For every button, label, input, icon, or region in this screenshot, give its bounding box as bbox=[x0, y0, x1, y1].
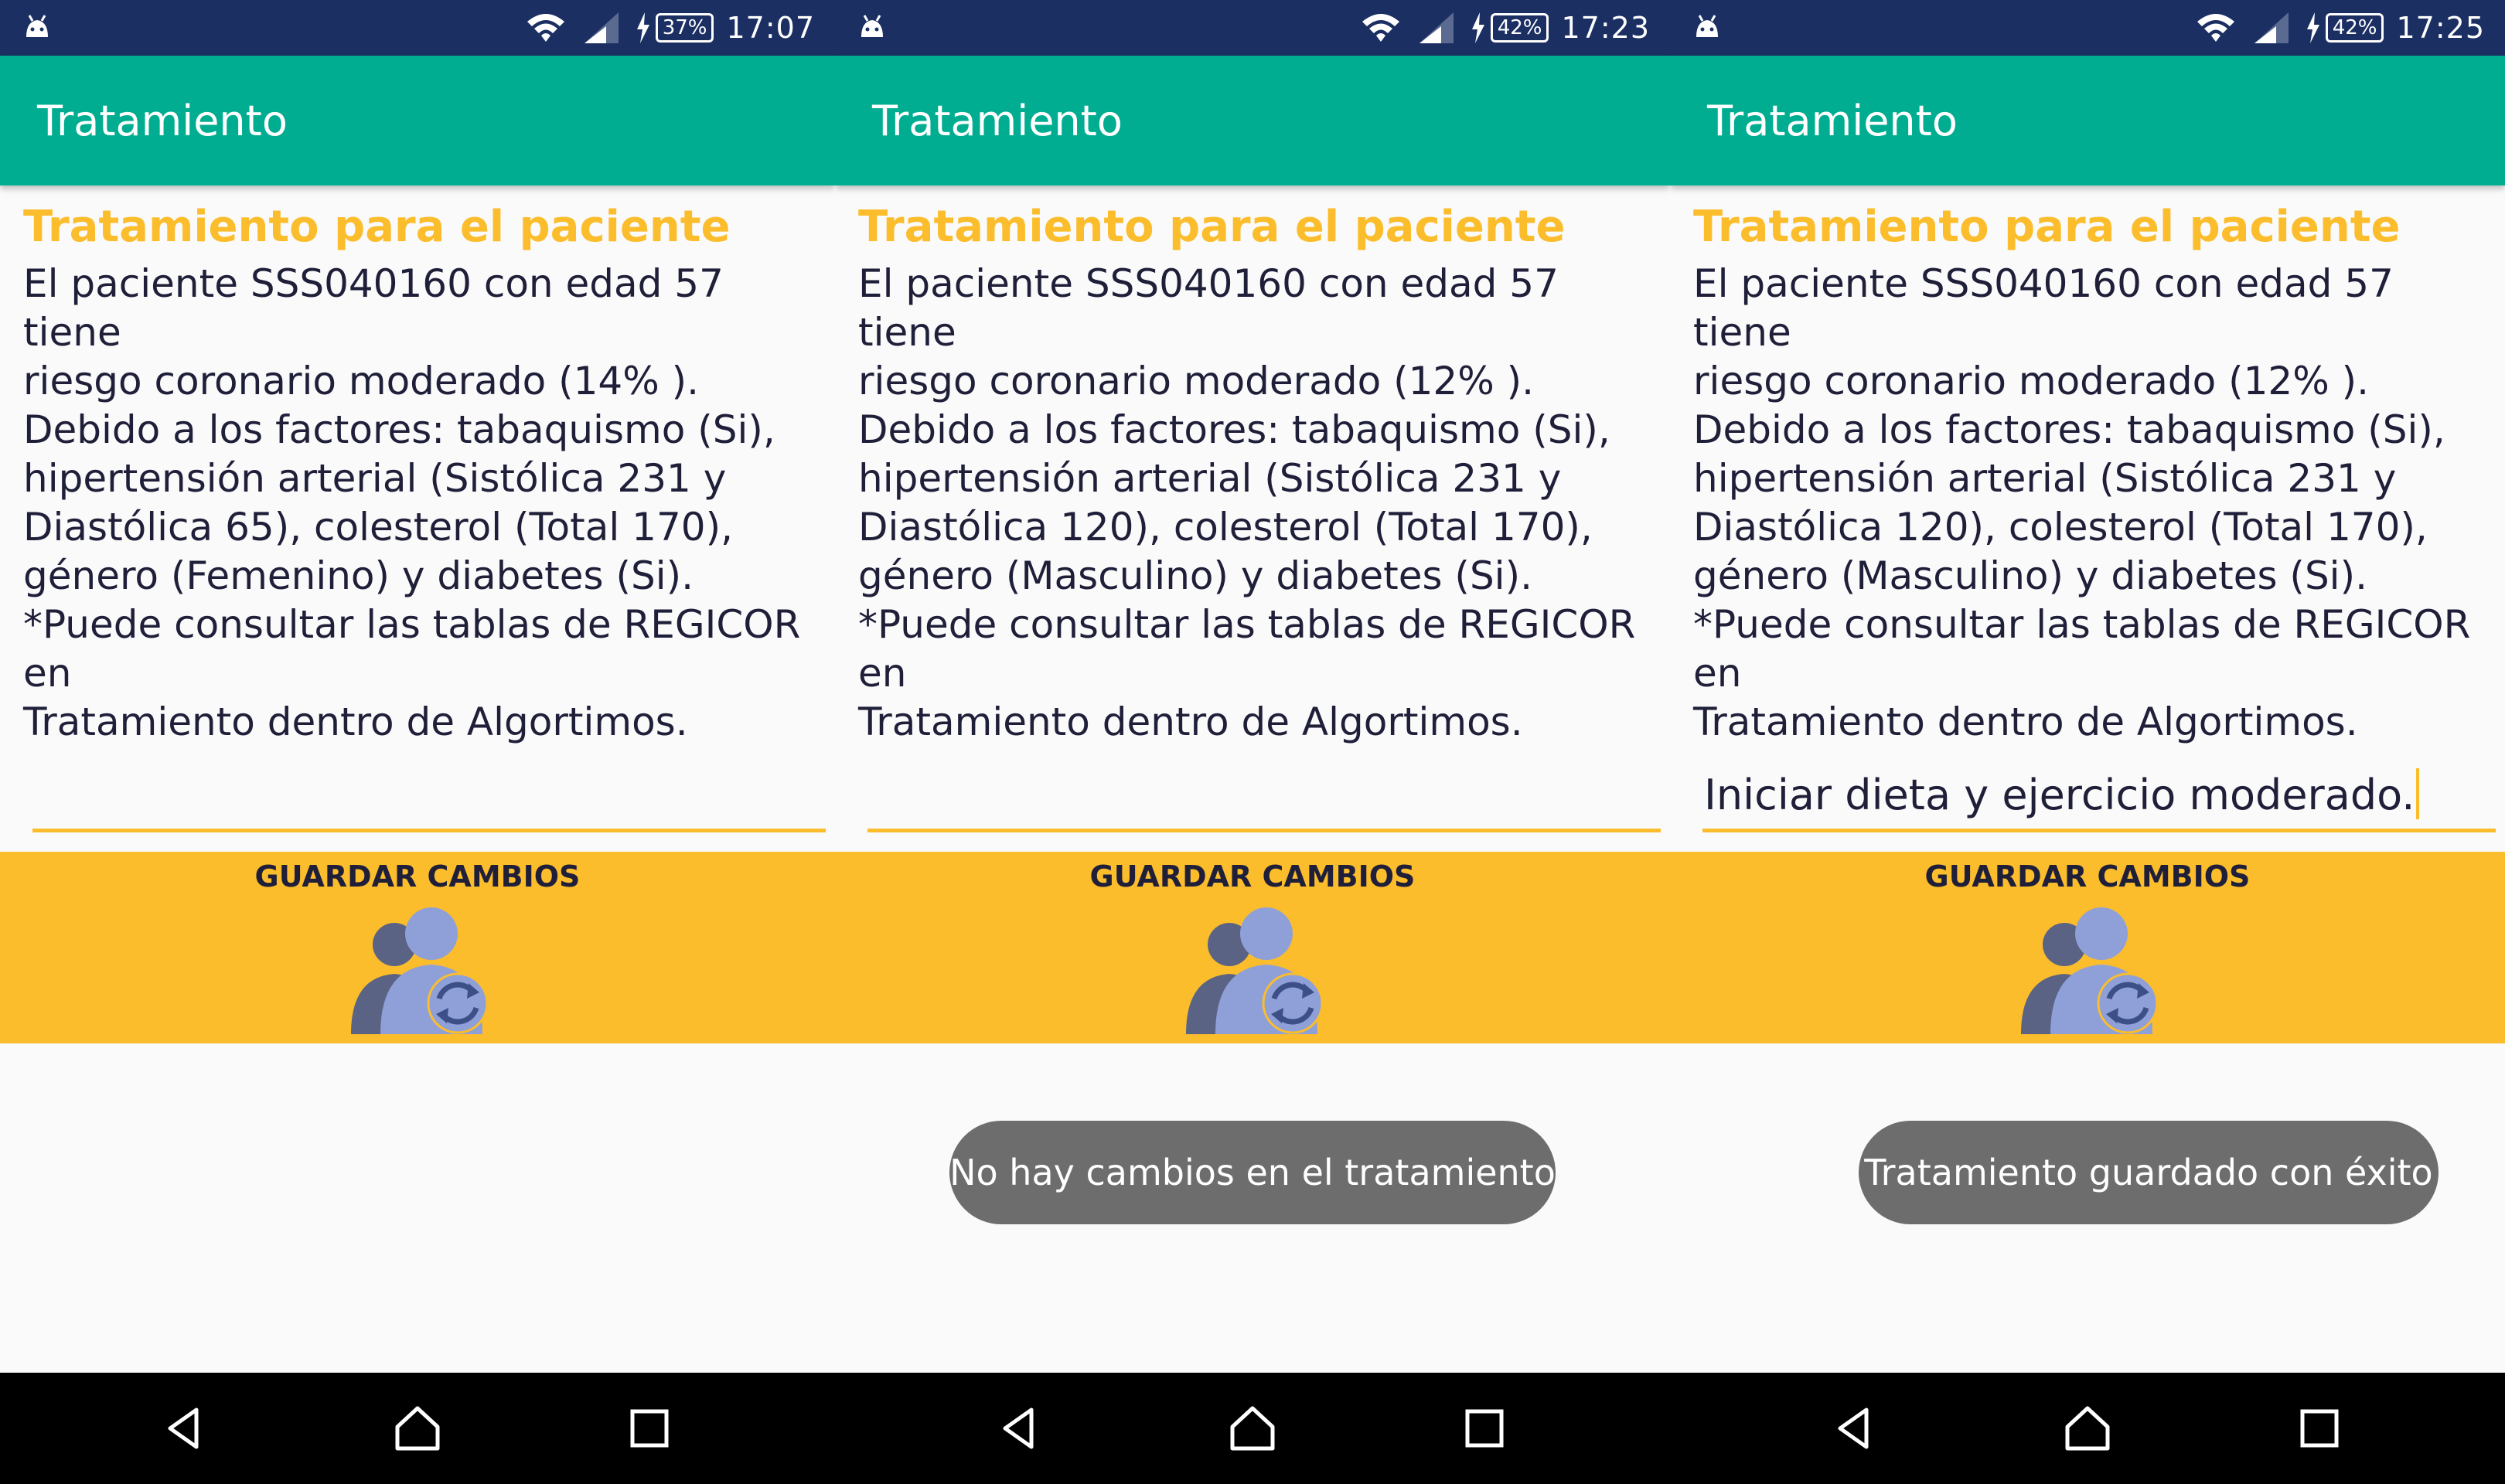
save-changes-button[interactable]: GUARDAR CAMBIOS bbox=[835, 852, 1670, 1043]
card-title: Tratamiento para el paciente bbox=[1693, 202, 2401, 252]
wifi-icon bbox=[2197, 14, 2234, 42]
users-sync-icon bbox=[351, 907, 489, 1034]
android-icon bbox=[1696, 15, 1718, 37]
card-line: *Puede consultar las tablas de REGICOR e… bbox=[23, 602, 801, 696]
card-text: El paciente SSS040160 con edad 57 tiene … bbox=[858, 260, 1662, 747]
treatment-input[interactable] bbox=[32, 754, 826, 832]
app-bar: Tratamiento bbox=[835, 56, 1670, 186]
save-changes-label: GUARDAR CAMBIOS bbox=[1924, 859, 2251, 893]
app-bar: Tratamiento bbox=[1670, 56, 2505, 186]
app-bar-title: Tratamiento bbox=[37, 97, 288, 145]
card-line: riesgo coronario moderado (14% ). bbox=[23, 359, 700, 403]
treatment-card: Tratamiento para el paciente El paciente… bbox=[23, 203, 827, 747]
recents-icon[interactable] bbox=[1460, 1404, 1509, 1453]
card-line: Tratamiento dentro de Algortimos. bbox=[23, 699, 688, 744]
toast-message: Tratamiento guardado con éxito bbox=[1859, 1121, 2439, 1224]
charging-icon bbox=[1471, 12, 1484, 43]
app-bar-title: Tratamiento bbox=[1707, 97, 1958, 145]
navigation-bar bbox=[0, 1373, 835, 1484]
card-line: género (Masculino) y diabetes (Si). bbox=[858, 553, 1532, 598]
screen-1: 37% 17:07 Tratamiento Tratamiento para e… bbox=[0, 0, 835, 1484]
save-changes-label: GUARDAR CAMBIOS bbox=[1089, 859, 1416, 893]
card-line: Tratamiento dentro de Algortimos. bbox=[858, 699, 1523, 744]
card-text: El paciente SSS040160 con edad 57 tiene … bbox=[23, 260, 827, 747]
navigation-bar bbox=[1670, 1373, 2505, 1484]
navigation-bar bbox=[835, 1373, 1670, 1484]
card-line: hipertensión arterial (Sistólica 231 y bbox=[858, 456, 1562, 501]
card-line: hipertensión arterial (Sistólica 231 y bbox=[1693, 456, 2397, 501]
battery-indicator: 42% bbox=[1471, 12, 1549, 43]
card-line: género (Masculino) y diabetes (Si). bbox=[1693, 553, 2367, 598]
card-line: Diastólica 65), colesterol (Total 170), bbox=[23, 505, 733, 550]
save-changes-label: GUARDAR CAMBIOS bbox=[254, 859, 581, 893]
status-bar: 37% 17:07 bbox=[0, 0, 835, 56]
users-sync-icon bbox=[1186, 907, 1324, 1034]
status-bar: 42% 17:23 bbox=[835, 0, 1670, 56]
save-changes-button[interactable]: GUARDAR CAMBIOS bbox=[0, 852, 835, 1043]
card-line: riesgo coronario moderado (12% ). bbox=[1693, 359, 2370, 403]
charging-icon bbox=[2306, 12, 2319, 43]
card-title: Tratamiento para el paciente bbox=[858, 202, 1566, 252]
status-bar: 42% 17:25 bbox=[1670, 0, 2505, 56]
save-changes-button[interactable]: GUARDAR CAMBIOS bbox=[1670, 852, 2505, 1043]
card-text: El paciente SSS040160 con edad 57 tiene … bbox=[1693, 260, 2497, 747]
treatment-card: Tratamiento para el paciente El paciente… bbox=[858, 203, 1662, 747]
back-icon[interactable] bbox=[996, 1404, 1045, 1453]
card-line: *Puede consultar las tablas de REGICOR e… bbox=[858, 602, 1636, 696]
home-icon[interactable] bbox=[393, 1404, 442, 1453]
treatment-input[interactable]: Iniciar dieta y ejercicio moderado. bbox=[1702, 754, 2496, 832]
treatment-input-value: Iniciar dieta y ejercicio moderado. bbox=[1704, 768, 2420, 819]
battery-level: 42% bbox=[1490, 13, 1549, 43]
battery-indicator: 37% bbox=[636, 12, 714, 43]
wifi-icon bbox=[1362, 14, 1399, 42]
card-line: Diastólica 120), colesterol (Total 170), bbox=[1693, 505, 2428, 550]
clock: 17:07 bbox=[726, 11, 815, 45]
signal-icon bbox=[1419, 12, 1454, 43]
card-line: Debido a los factores: tabaquismo (Si), bbox=[1693, 407, 2445, 452]
screen-3: 42% 17:25 Tratamiento Tratamiento para e… bbox=[1670, 0, 2505, 1484]
treatment-card: Tratamiento para el paciente El paciente… bbox=[1693, 203, 2497, 747]
card-line: hipertensión arterial (Sistólica 231 y bbox=[23, 456, 727, 501]
clock: 17:23 bbox=[1561, 11, 1650, 45]
signal-icon bbox=[584, 12, 619, 43]
recents-icon[interactable] bbox=[625, 1404, 674, 1453]
card-line: El paciente SSS040160 con edad 57 tiene bbox=[23, 261, 724, 355]
home-icon[interactable] bbox=[1228, 1404, 1277, 1453]
card-line: Debido a los factores: tabaquismo (Si), bbox=[23, 407, 775, 452]
android-icon bbox=[26, 15, 48, 37]
app-bar-title: Tratamiento bbox=[872, 97, 1123, 145]
android-icon bbox=[861, 15, 883, 37]
back-icon[interactable] bbox=[161, 1404, 210, 1453]
charging-icon bbox=[636, 12, 649, 43]
battery-indicator: 42% bbox=[2306, 12, 2384, 43]
app-bar: Tratamiento bbox=[0, 56, 835, 186]
toast-message: No hay cambios en el tratamiento bbox=[949, 1121, 1556, 1224]
card-line: Debido a los factores: tabaquismo (Si), bbox=[858, 407, 1610, 452]
battery-level: 37% bbox=[655, 13, 714, 43]
card-line: riesgo coronario moderado (12% ). bbox=[858, 359, 1535, 403]
home-icon[interactable] bbox=[2063, 1404, 2112, 1453]
card-line: *Puede consultar las tablas de REGICOR e… bbox=[1693, 602, 2471, 696]
card-line: Tratamiento dentro de Algortimos. bbox=[1693, 699, 2358, 744]
card-line: El paciente SSS040160 con edad 57 tiene bbox=[858, 261, 1559, 355]
back-icon[interactable] bbox=[1831, 1404, 1880, 1453]
card-line: Diastólica 120), colesterol (Total 170), bbox=[858, 505, 1593, 550]
battery-level: 42% bbox=[2325, 13, 2384, 43]
card-title: Tratamiento para el paciente bbox=[23, 202, 731, 252]
clock: 17:25 bbox=[2396, 11, 2485, 45]
signal-icon bbox=[2254, 12, 2289, 43]
treatment-input-text: Iniciar dieta y ejercicio moderado. bbox=[1704, 771, 2415, 819]
card-line: género (Femenino) y diabetes (Si). bbox=[23, 553, 694, 598]
wifi-icon bbox=[527, 14, 564, 42]
screen-2: 42% 17:23 Tratamiento Tratamiento para e… bbox=[835, 0, 1670, 1484]
card-line: El paciente SSS040160 con edad 57 tiene bbox=[1693, 261, 2394, 355]
treatment-input[interactable] bbox=[867, 754, 1661, 832]
text-cursor bbox=[2416, 768, 2420, 819]
users-sync-icon bbox=[2021, 907, 2159, 1034]
recents-icon[interactable] bbox=[2295, 1404, 2344, 1453]
